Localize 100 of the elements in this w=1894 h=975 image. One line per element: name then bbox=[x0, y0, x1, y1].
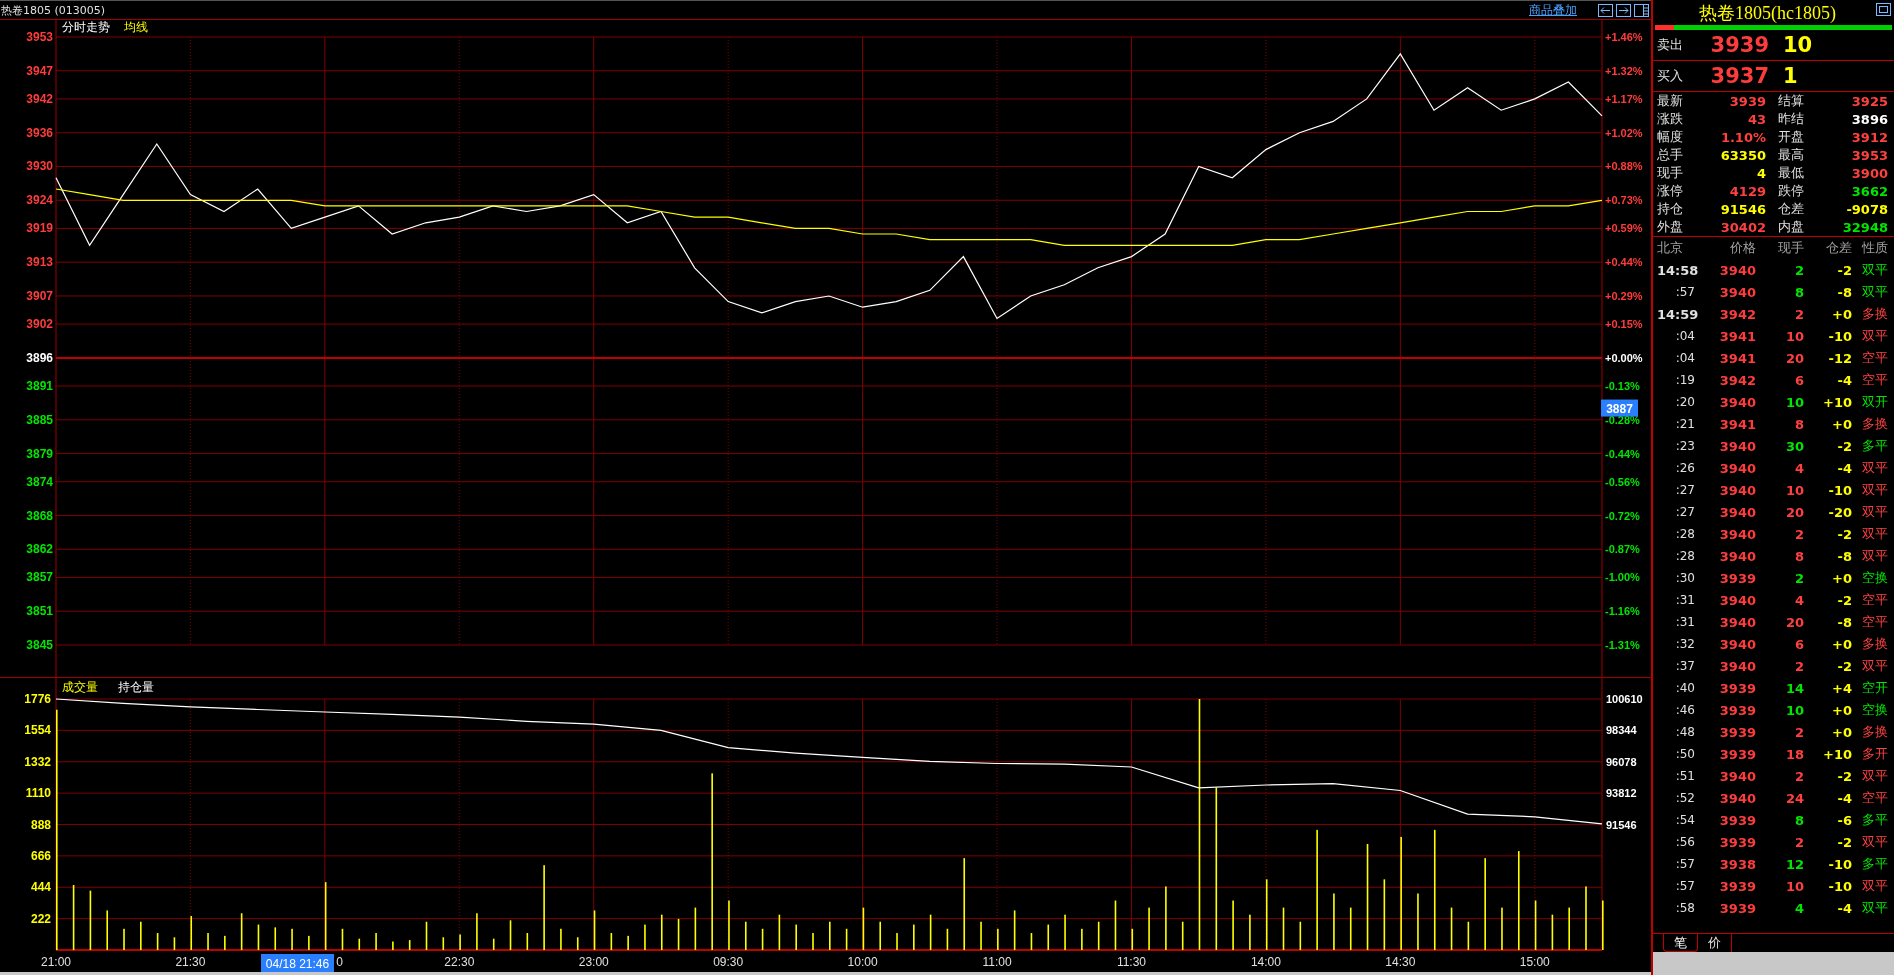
trade-time: :30 bbox=[1674, 571, 1695, 585]
trade-oi-change: -4 bbox=[1836, 372, 1852, 388]
price-axis-label: 3913 bbox=[26, 255, 53, 270]
layout-icon[interactable] bbox=[1634, 3, 1649, 17]
trade-oi-change: -2 bbox=[1836, 592, 1852, 608]
volume-bar bbox=[341, 928, 344, 950]
trade-oi-change: +0 bbox=[1831, 724, 1852, 740]
trade-time: :58 bbox=[1674, 901, 1695, 915]
trade-volume: 12 bbox=[1784, 856, 1804, 872]
volume-bar bbox=[761, 928, 764, 950]
volume-axis-label: 1332 bbox=[24, 754, 51, 769]
trade-time: :46 bbox=[1674, 703, 1695, 717]
trade-time: :04 bbox=[1674, 329, 1695, 343]
price-axis-label: 3896 bbox=[26, 350, 53, 365]
trade-volume: 2 bbox=[1793, 768, 1804, 784]
stat-value: 3662 bbox=[1850, 183, 1888, 199]
trade-price: 3940 bbox=[1718, 548, 1756, 564]
stat-label: 涨跌 bbox=[1657, 110, 1684, 128]
right-arrow-icon[interactable] bbox=[1616, 3, 1631, 17]
stat-value: 3925 bbox=[1850, 93, 1888, 109]
percent-axis-label: -1.00% bbox=[1605, 571, 1640, 584]
trade-volume: 4 bbox=[1793, 592, 1804, 608]
trade-oi-change: -8 bbox=[1836, 614, 1852, 630]
volume-bar bbox=[257, 924, 260, 950]
open-interest-axis-label: 96078 bbox=[1606, 755, 1637, 768]
column-header: 仓差 bbox=[1825, 239, 1852, 257]
volume-bar bbox=[1299, 921, 1302, 950]
stat-value: 32948 bbox=[1841, 219, 1888, 235]
left-arrow-icon[interactable] bbox=[1598, 3, 1613, 17]
trade-price: 3940 bbox=[1718, 460, 1756, 476]
volume-bar bbox=[509, 920, 512, 950]
volume-bar bbox=[425, 921, 428, 950]
overlay-link[interactable]: 商品叠加 bbox=[1529, 1, 1577, 19]
volume-bar bbox=[1534, 900, 1537, 950]
trade-time: :54 bbox=[1674, 813, 1695, 827]
stat-label: 最新 bbox=[1657, 92, 1684, 110]
trade-nature: 空换 bbox=[1861, 701, 1888, 719]
percent-axis-label: +0.73% bbox=[1605, 194, 1643, 207]
trade-oi-change: -8 bbox=[1836, 548, 1852, 564]
volume-axis-label: 666 bbox=[30, 848, 51, 863]
trade-price: 3938 bbox=[1718, 856, 1756, 872]
volume-axis-label: 222 bbox=[30, 911, 51, 926]
trade-oi-change: +0 bbox=[1831, 416, 1852, 432]
trade-nature: 双平 bbox=[1861, 283, 1888, 301]
trade-oi-change: -12 bbox=[1827, 350, 1852, 366]
trade-volume: 10 bbox=[1784, 394, 1804, 410]
trade-nature: 多换 bbox=[1861, 723, 1888, 741]
trade-price: 3941 bbox=[1718, 350, 1756, 366]
stat-label: 最低 bbox=[1778, 164, 1805, 182]
column-header: 现手 bbox=[1777, 239, 1804, 257]
trade-time: :04 bbox=[1674, 351, 1695, 365]
trade-time: :57 bbox=[1674, 285, 1695, 299]
trade-oi-change: +10 bbox=[1822, 746, 1852, 762]
stat-value: 3900 bbox=[1850, 165, 1888, 181]
trade-price: 3940 bbox=[1718, 790, 1756, 806]
trade-time: :31 bbox=[1674, 593, 1695, 607]
price-axis-label: 3936 bbox=[26, 125, 53, 140]
percent-axis-label: +0.44% bbox=[1605, 256, 1643, 269]
column-header: 北京 bbox=[1657, 239, 1684, 257]
trade-price: 3940 bbox=[1718, 526, 1756, 542]
trade-volume: 8 bbox=[1793, 284, 1804, 300]
trade-time: :57 bbox=[1674, 857, 1695, 871]
trade-volume: 10 bbox=[1784, 328, 1804, 344]
stat-label: 仓差 bbox=[1778, 200, 1805, 218]
price-axis-label: 3924 bbox=[26, 193, 53, 208]
volume-bar bbox=[929, 914, 932, 950]
trade-oi-change: +0 bbox=[1831, 636, 1852, 652]
trade-nature: 双平 bbox=[1861, 459, 1888, 477]
time-axis-label: 10:00 bbox=[847, 955, 878, 969]
volume-bar bbox=[358, 938, 361, 950]
trade-price: 3939 bbox=[1718, 878, 1756, 894]
price-axis-label: 3953 bbox=[26, 30, 53, 44]
trade-time: :48 bbox=[1674, 725, 1695, 739]
trade-volume: 20 bbox=[1784, 504, 1804, 520]
price-cursor-label: 3887 bbox=[1601, 399, 1638, 417]
price-axis-label: 3851 bbox=[26, 604, 53, 619]
stat-label: 跌停 bbox=[1778, 182, 1805, 200]
trade-nature: 双平 bbox=[1861, 833, 1888, 851]
volume-axis-label: 1554 bbox=[24, 723, 51, 738]
stat-value: 4 bbox=[1755, 165, 1766, 181]
trade-oi-change: -10 bbox=[1827, 878, 1852, 894]
stat-value: 3939 bbox=[1728, 93, 1766, 109]
trade-price: 3940 bbox=[1718, 768, 1756, 784]
volume-bar bbox=[1551, 914, 1554, 950]
volume-axis-label: 1110 bbox=[25, 786, 51, 801]
volume-bar bbox=[1047, 924, 1050, 950]
volume-bar bbox=[190, 916, 193, 950]
book-volume: 1 bbox=[1783, 64, 1798, 88]
trade-volume: 30 bbox=[1784, 438, 1804, 454]
volume-bar bbox=[442, 937, 445, 950]
trade-time: :28 bbox=[1674, 527, 1695, 541]
open-interest-axis-label: 98344 bbox=[1606, 724, 1637, 737]
stat-value: -9078 bbox=[1845, 201, 1888, 217]
percent-axis-label: +1.17% bbox=[1605, 92, 1643, 105]
maximize-icon[interactable] bbox=[1876, 3, 1891, 16]
trade-oi-change: +10 bbox=[1822, 394, 1852, 410]
column-header: 性质 bbox=[1861, 239, 1888, 257]
trade-nature: 双平 bbox=[1861, 261, 1888, 279]
percent-axis-label: -0.87% bbox=[1605, 543, 1640, 556]
trade-time: :28 bbox=[1674, 549, 1695, 563]
